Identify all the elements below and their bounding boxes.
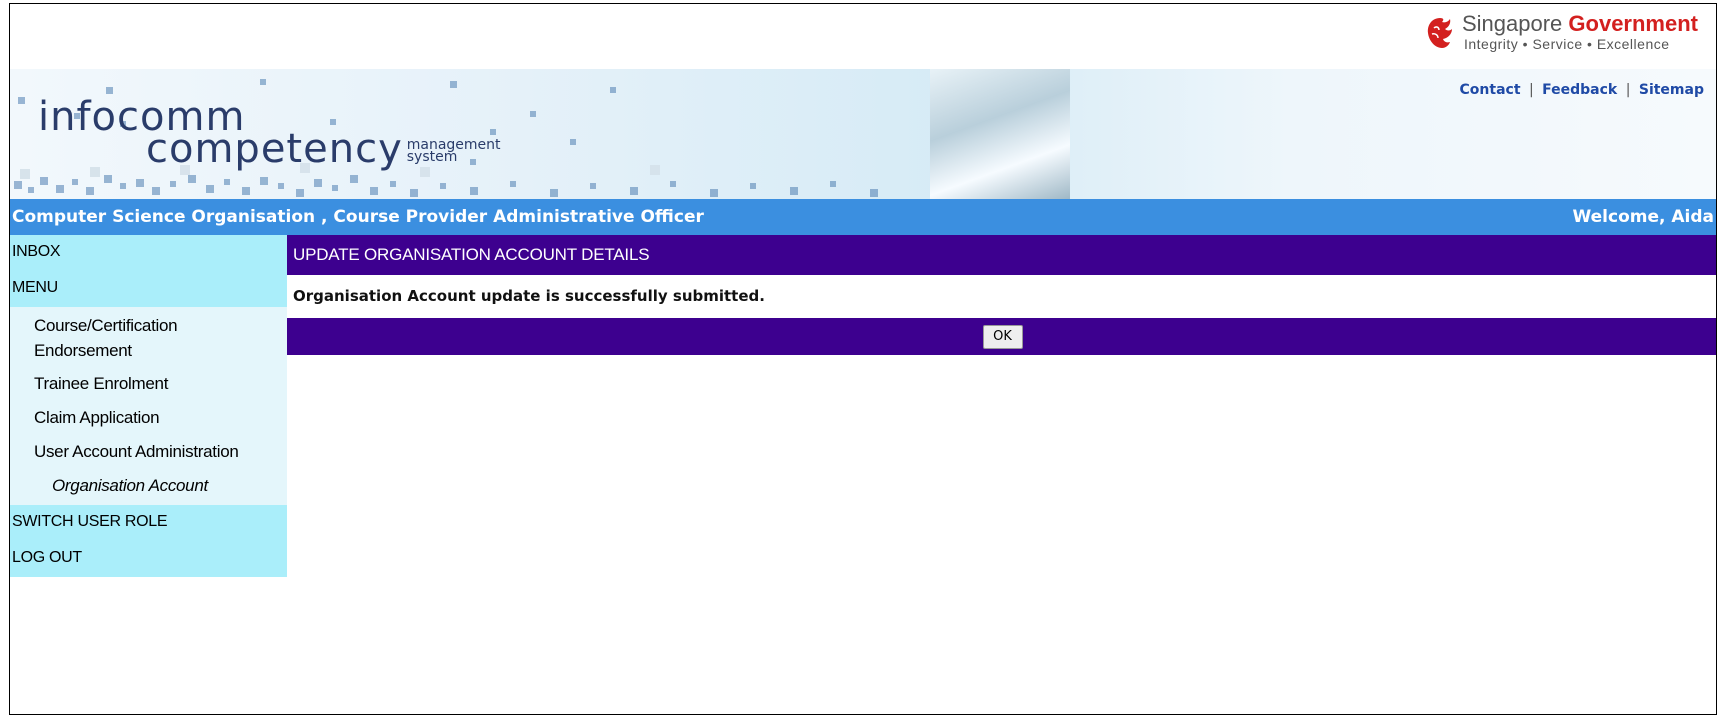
sidebar-item-user-account-admin[interactable]: User Account Administration — [10, 435, 287, 469]
gov-name-part2: Government — [1568, 11, 1698, 36]
panel-footer: OK — [287, 318, 1716, 355]
contact-link[interactable]: Contact — [1460, 82, 1521, 98]
user-bar: Computer Science Organisation , Course P… — [10, 199, 1716, 235]
sitemap-link[interactable]: Sitemap — [1639, 82, 1704, 98]
sidebar-item-trainee-enrolment[interactable]: Trainee Enrolment — [10, 367, 287, 401]
page-frame: Singapore Government Integrity • Service… — [9, 3, 1717, 715]
main-content: UPDATE ORGANISATION ACCOUNT DETAILS Orga… — [287, 235, 1716, 355]
gov-name-part1: Singapore — [1461, 11, 1563, 36]
gov-name: Singapore Government — [1462, 12, 1698, 36]
app-banner: infocomm competency management system Co… — [10, 69, 1716, 199]
infocomm-logo[interactable]: infocomm competency management system — [38, 97, 501, 169]
panel-title: UPDATE ORGANISATION ACCOUNT DETAILS — [287, 235, 1716, 275]
sidebar-subitem-organisation-account[interactable]: Organisation Account — [10, 469, 287, 503]
top-links: Contact | Feedback | Sitemap — [1460, 82, 1704, 98]
ok-button[interactable]: OK — [982, 324, 1023, 349]
gov-header: Singapore Government Integrity • Service… — [10, 4, 1716, 69]
singapore-government-logo[interactable]: Singapore Government Integrity • Service… — [1424, 12, 1698, 52]
logo-word-competency: competency — [146, 126, 403, 172]
sidebar-menu-list: Course/Certification Endorsement Trainee… — [10, 307, 287, 505]
sidebar-item-menu[interactable]: MENU — [10, 271, 287, 307]
sidebar: INBOX MENU Course/Certification Endorsem… — [10, 235, 287, 584]
sidebar-item-logout[interactable]: LOG OUT — [10, 541, 287, 577]
banner-computer-image — [930, 69, 1070, 199]
gov-tagline: Integrity • Service • Excellence — [1463, 36, 1670, 52]
link-separator: | — [1528, 82, 1534, 98]
feedback-link[interactable]: Feedback — [1542, 82, 1617, 98]
welcome-label: Welcome, Aida — [1572, 207, 1714, 227]
org-role-label: Computer Science Organisation , Course P… — [12, 207, 704, 227]
logo-word-system: system — [406, 149, 458, 165]
sidebar-item-inbox[interactable]: INBOX — [10, 235, 287, 271]
link-separator: | — [1625, 82, 1631, 98]
sidebar-item-switch-role[interactable]: SWITCH USER ROLE — [10, 505, 287, 541]
lion-head-icon — [1427, 18, 1452, 48]
success-message: Organisation Account update is successfu… — [287, 275, 1716, 318]
sidebar-item-claim-application[interactable]: Claim Application — [10, 401, 287, 435]
sidebar-item-course-endorsement[interactable]: Course/Certification Endorsement — [10, 309, 240, 367]
